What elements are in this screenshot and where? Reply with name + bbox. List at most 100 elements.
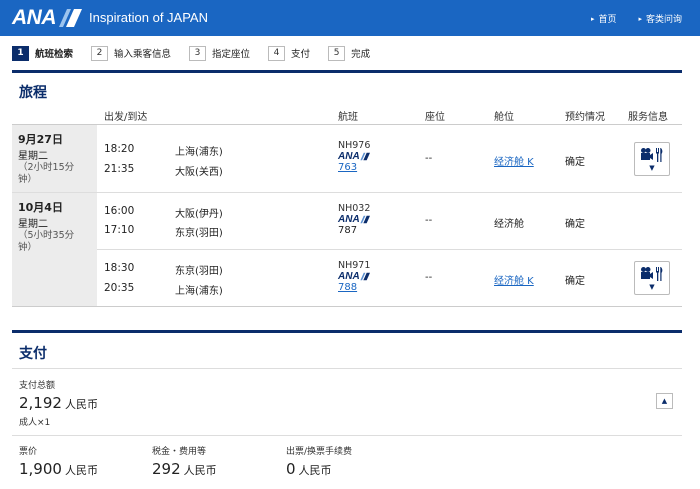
day-weekday: 星期二 <box>18 219 48 230</box>
segment-dep-time: 18:30 <box>104 262 135 274</box>
aircraft-type: 787 <box>338 225 358 236</box>
segment-flight: NH971 ANA 788 <box>338 260 370 294</box>
carrier-logo: ANA <box>338 271 370 282</box>
ticketing-fee-label: 出票/换票手续费 <box>286 447 353 457</box>
day-info: 10月4日 星期二 （5小时35分 钟） <box>12 193 97 306</box>
step-number: 5 <box>328 45 346 61</box>
fee-currency: 人民币 <box>298 464 332 477</box>
top-header: ANA Inspiration of JAPAN ▸ 首页 ▸ 客类问询 <box>0 0 700 36</box>
tax-label: 税金・费用等 <box>152 447 207 457</box>
tax-currency: 人民币 <box>183 464 217 477</box>
flight-number: NH976 <box>338 140 371 151</box>
home-link[interactable]: ▸ 首页 <box>590 12 617 26</box>
tax-amount: 292 人民币 <box>152 460 217 478</box>
fee-value: 0 <box>286 460 296 478</box>
tax-value: 292 <box>152 460 181 478</box>
ana-logo-mark-icon <box>360 215 370 224</box>
carrier-logo: ANA <box>338 214 370 225</box>
itinerary-header-divider <box>12 124 682 125</box>
day-duration: （5小时35分 <box>18 230 75 241</box>
fare-label: 票价 <box>19 447 38 457</box>
col-seat: 座位 <box>425 112 445 123</box>
segment-status: 确定 <box>565 276 585 287</box>
step-seat-select: 3 指定座位 <box>189 45 251 61</box>
ana-logo-mark-icon <box>360 152 370 161</box>
segment-status: 确定 <box>565 157 585 168</box>
aircraft-type-link[interactable]: 788 <box>338 282 370 294</box>
day-divider <box>12 192 682 193</box>
total-label: 支付总额 <box>19 381 56 391</box>
segment-arr-time: 20:35 <box>104 282 135 294</box>
step-complete: 5 完成 <box>328 45 370 61</box>
carrier-logo: ANA <box>338 151 370 162</box>
segment-arr-city: 东京(羽田) <box>175 228 223 239</box>
flight-number: NH971 <box>338 260 371 271</box>
step-flight-search: 1 航班检索 <box>12 45 74 61</box>
ana-logo-mark-icon <box>360 272 370 281</box>
itinerary-bottom-divider <box>12 306 682 307</box>
segment-dep-city: 东京(羽田) <box>175 266 223 277</box>
payment-title: 支付 <box>19 346 47 362</box>
service-info-button[interactable]: ▼ <box>634 261 670 295</box>
segment-seat: -- <box>425 215 433 226</box>
ana-logo[interactable]: ANA <box>12 6 82 29</box>
day-duration-cont: 钟） <box>18 174 38 185</box>
segment-arr-time: 21:35 <box>104 163 135 175</box>
step-label: 航班检索 <box>35 49 74 60</box>
segment-dep-city: 大阪(伊丹) <box>175 209 223 220</box>
day-duration-cont: 钟） <box>18 242 38 253</box>
day-duration: （2小时15分 <box>18 162 75 173</box>
chevron-up-icon: ▲ <box>661 397 668 405</box>
steps-divider <box>12 70 682 73</box>
service-info-button[interactable]: ▼ <box>634 142 670 176</box>
step-number: 4 <box>268 45 286 61</box>
inquiry-link[interactable]: ▸ 客类问询 <box>638 12 682 26</box>
day-date: 9月27日 <box>18 133 63 146</box>
segment-dep-time: 18:20 <box>104 143 135 155</box>
day-weekday: 星期二 <box>18 151 48 162</box>
step-passenger-info: 2 输入乘客信息 <box>91 45 171 61</box>
segment-status: 确定 <box>565 219 585 230</box>
step-label: 指定座位 <box>212 49 251 60</box>
ticketing-fee-amount: 0 人民币 <box>286 460 332 478</box>
total-value: 2,192 <box>19 394 62 412</box>
flight-number: NH032 <box>338 203 371 214</box>
carrier-name: ANA <box>338 151 360 162</box>
segment-dep-city: 上海(浦东) <box>175 147 223 158</box>
step-payment: 4 支付 <box>268 45 311 61</box>
segment-dep-time: 16:00 <box>104 205 135 217</box>
home-link-label: 首页 <box>598 15 617 25</box>
top-links: ▸ 首页 ▸ 客类问询 <box>590 12 682 26</box>
chevron-down-icon: ▼ <box>649 282 655 291</box>
col-cabin: 舱位 <box>494 112 514 123</box>
segment-divider <box>97 249 682 250</box>
chevron-down-icon: ▼ <box>649 163 655 172</box>
inquiry-link-label: 客类问询 <box>645 15 682 25</box>
tagline: Inspiration of JAPAN <box>89 10 208 25</box>
payment-header-divider <box>12 368 682 369</box>
step-number: 1 <box>12 45 29 61</box>
entertainment-meal-icon <box>641 266 663 281</box>
collapse-button[interactable]: ▲ <box>656 393 673 409</box>
segment-seat: -- <box>425 272 433 283</box>
passenger-count: 成人×1 <box>19 418 51 428</box>
segment-arr-time: 17:10 <box>104 224 135 236</box>
segment-cabin-link[interactable]: 经济舱 K <box>494 153 534 168</box>
chevron-right-icon: ▸ <box>590 14 595 23</box>
segment-cabin-link[interactable]: 经济舱 K <box>494 272 534 287</box>
fare-currency: 人民币 <box>64 464 98 477</box>
segment-cabin: 经济舱 <box>494 219 524 230</box>
itinerary-title: 旅程 <box>19 85 47 101</box>
segment-arr-city: 大阪(关西) <box>175 167 223 178</box>
entertainment-meal-icon <box>641 147 663 162</box>
total-amount: 2,192 人民币 <box>19 394 98 412</box>
aircraft-type-link[interactable]: 763 <box>338 162 370 174</box>
payment-top-divider <box>12 330 682 333</box>
day-info: 9月27日 星期二 （2小时15分 钟） <box>12 125 97 192</box>
col-booking-status: 预约情况 <box>565 112 605 123</box>
chevron-right-icon: ▸ <box>638 14 642 23</box>
step-label: 支付 <box>291 49 311 60</box>
logo-text: ANA <box>12 6 57 29</box>
col-service-info: 服务信息 <box>628 112 668 123</box>
segment-flight: NH032 ANA 787 <box>338 203 370 237</box>
